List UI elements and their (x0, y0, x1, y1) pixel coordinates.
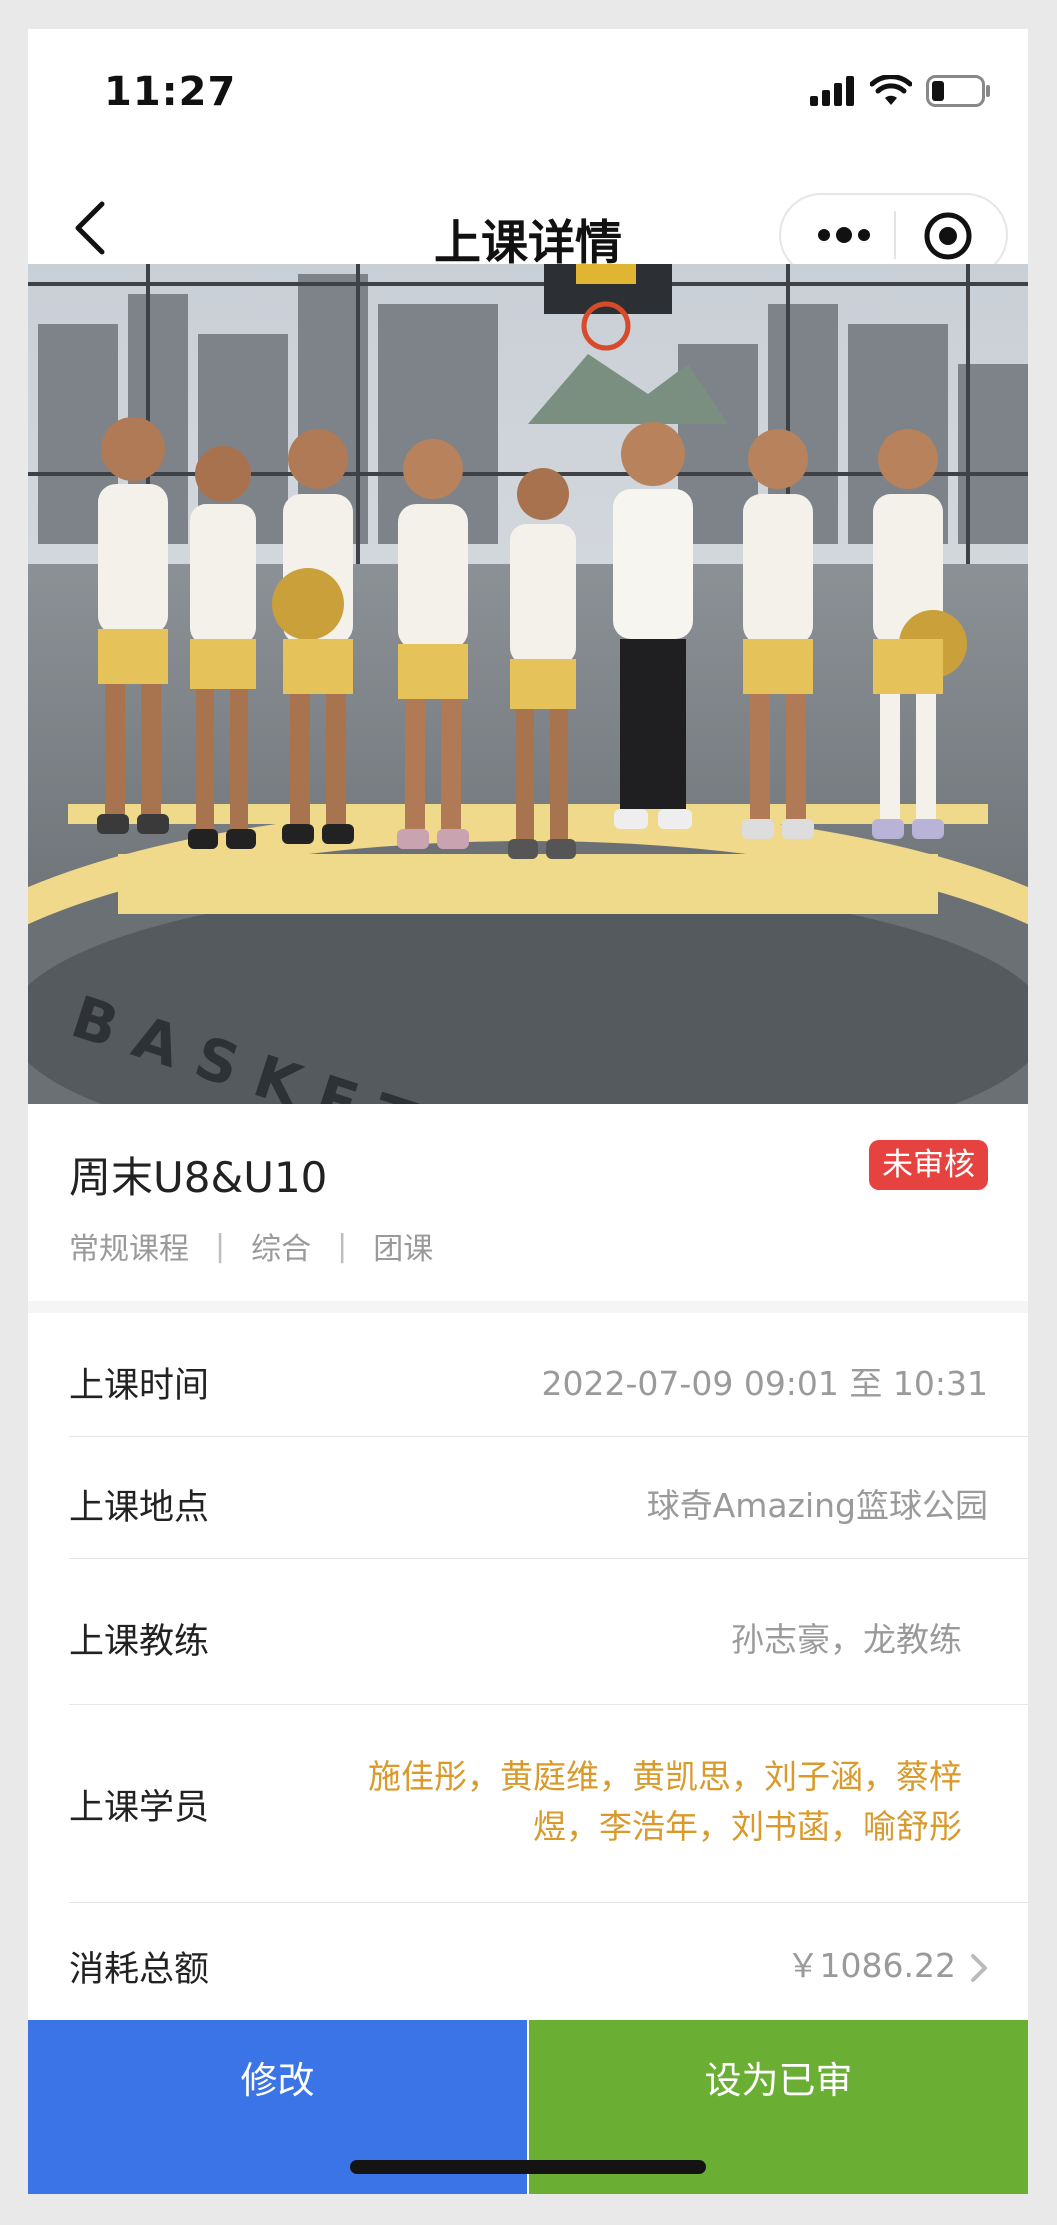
tag-course-type: 常规课程 (69, 1232, 189, 1267)
course-title: 周末U8&U10 (69, 1153, 328, 1202)
phone-screen: 11:27 上课详情 周末U8&U10 未审核 常规课程 | 综合 | 团课 上… (28, 29, 1028, 2194)
course-tags: 常规课程 | 综合 | 团课 (69, 1224, 433, 1268)
location-label: 上课地点 (69, 1488, 210, 1528)
location-value: 球奇Amazing篮球公园 (646, 1486, 988, 1525)
home-indicator (350, 2160, 706, 2174)
status-time: 11:27 (104, 69, 237, 115)
wifi-icon (870, 75, 912, 105)
status-badge: 未审核 (869, 1140, 988, 1190)
status-bar: 11:27 (28, 29, 1028, 149)
more-dots-icon (818, 227, 870, 243)
status-icons (810, 73, 992, 109)
capsule-divider (894, 211, 896, 259)
row-total-consumption[interactable]: 消耗总额 ￥1086.22 (28, 1903, 1028, 2020)
tag-separator: | (337, 1228, 348, 1264)
coach-value: 孙志豪，龙教练 (731, 1620, 962, 1659)
row-students: 上课学员 施佳彤，黄庭维，黄凯思，刘子涵，蔡梓煜，李浩年，刘书菡，喻舒彤 (28, 1705, 1028, 1903)
students-value: 施佳彤，黄庭维，黄凯思，刘子涵，蔡梓煜，李浩年，刘书菡，喻舒彤 (368, 1757, 962, 1846)
students-label: 上课学员 (69, 1788, 210, 1828)
target-close-icon (924, 212, 972, 260)
class-photo: B A S K E T B A L (28, 264, 1028, 1104)
class-time-label: 上课时间 (69, 1366, 210, 1406)
row-coach: 上课教练 孙志豪，龙教练 (28, 1559, 1028, 1705)
row-location: 上课地点 球奇Amazing篮球公园 (28, 1437, 1028, 1559)
tag-separator: | (215, 1228, 226, 1264)
total-label: 消耗总额 (69, 1950, 210, 1990)
signal-icon (810, 76, 854, 106)
tag-class-type: 团课 (373, 1232, 434, 1267)
class-time-value: 2022-07-09 09:01 至 10:31 (541, 1364, 988, 1403)
row-class-time: 上课时间 2022-07-09 09:01 至 10:31 (28, 1313, 1028, 1437)
tag-category: 综合 (251, 1232, 312, 1267)
section-divider (28, 1301, 1028, 1313)
nav-bar: 上课详情 (28, 164, 1028, 277)
battery-icon (926, 75, 990, 107)
more-button[interactable] (809, 212, 879, 258)
coach-label: 上课教练 (69, 1622, 210, 1662)
close-program-button[interactable] (921, 209, 975, 263)
total-value-wrap: ￥1086.22 (787, 1939, 988, 1987)
total-value: ￥1086.22 (786, 1946, 956, 1985)
chevron-right-icon (971, 1953, 987, 1982)
